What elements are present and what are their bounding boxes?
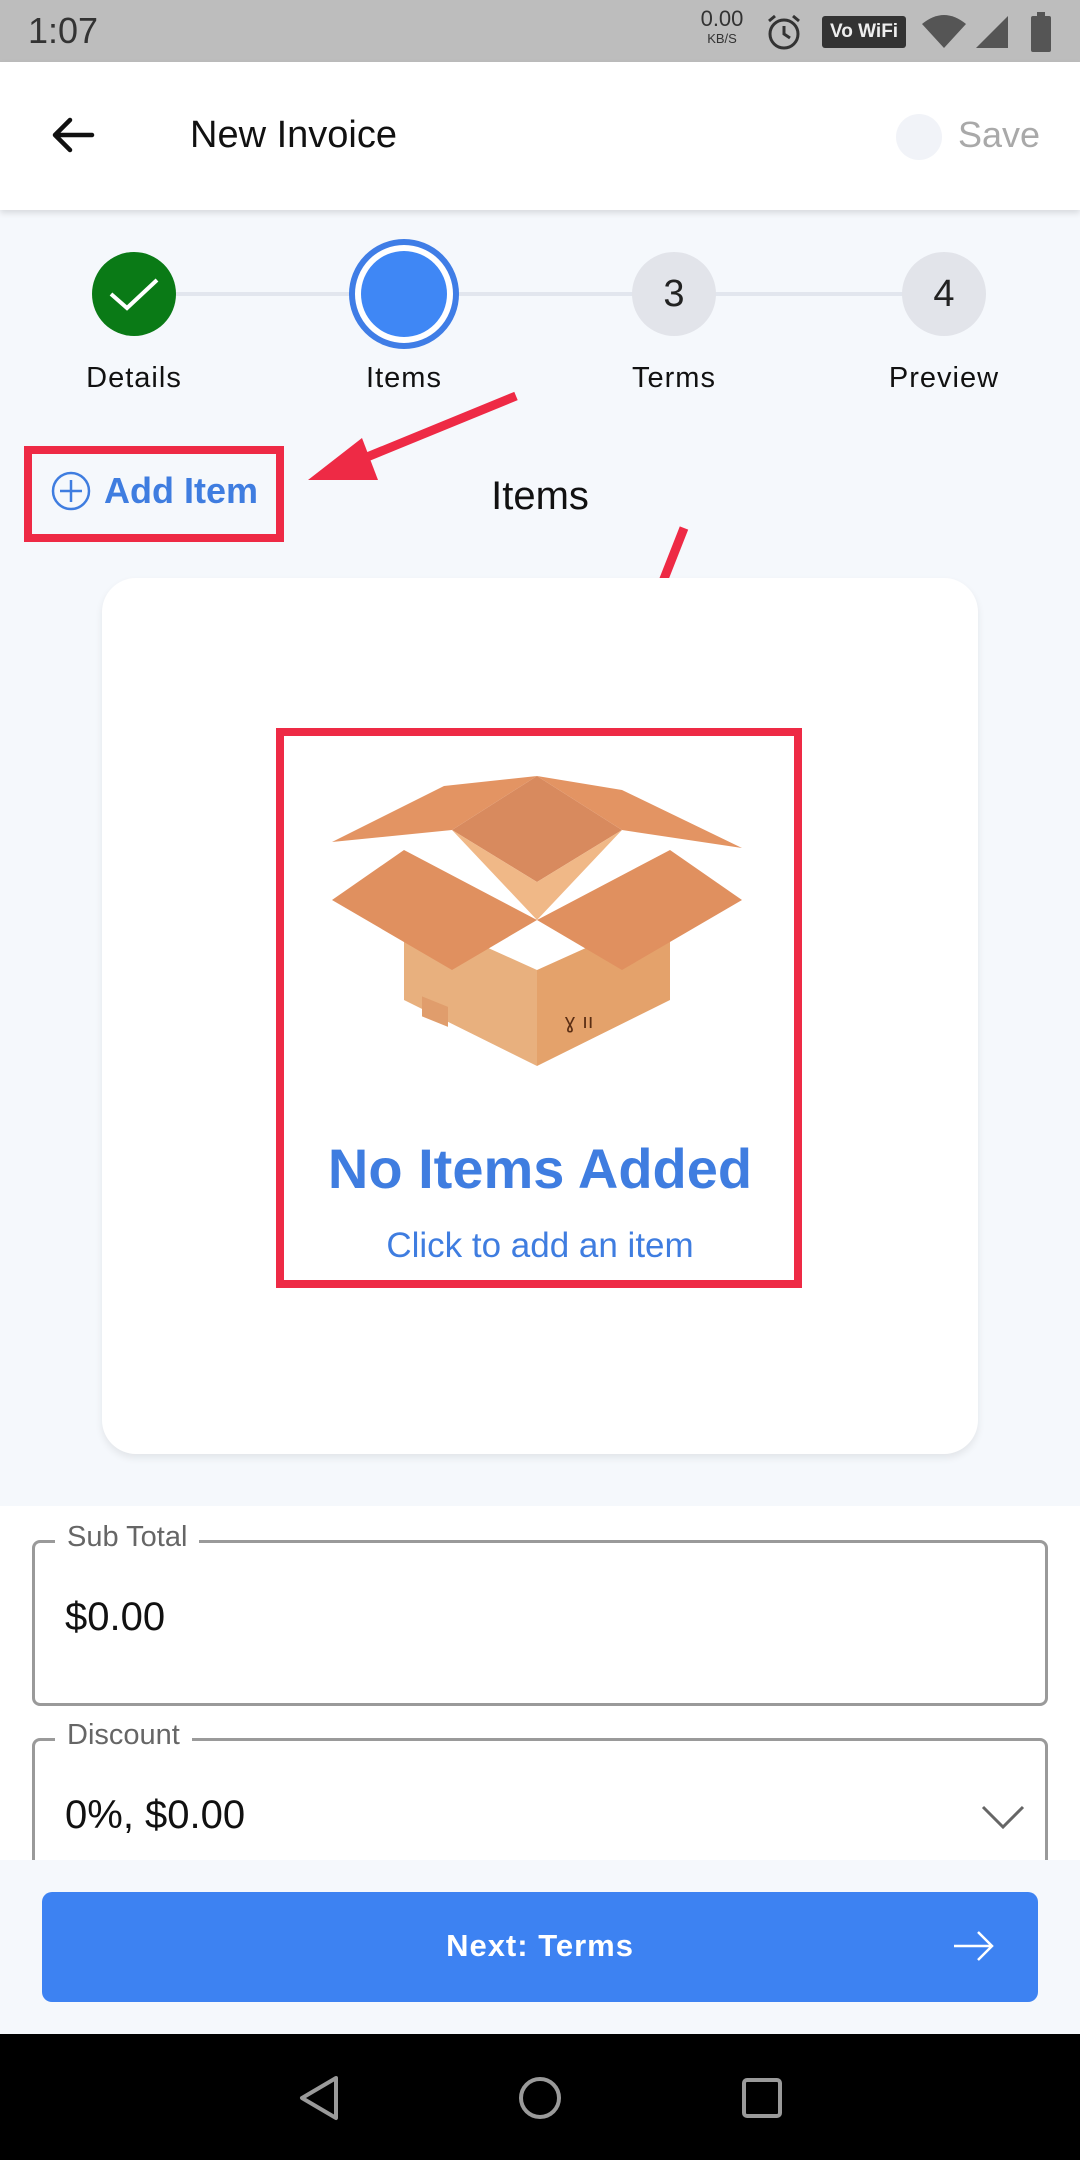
battery-icon	[1031, 12, 1051, 52]
nav-back-icon[interactable]	[292, 2070, 348, 2126]
nav-recents-icon[interactable]	[734, 2070, 790, 2126]
net-speed-value: 0.00	[700, 6, 744, 31]
app-bar: New Invoice Save	[0, 62, 1080, 210]
annotation-highlight	[276, 728, 802, 1288]
step-number: 3	[632, 252, 716, 336]
volte-wifi-badge: Vo WiFi	[822, 16, 907, 48]
discount-value: 0%, $0.00	[65, 1793, 246, 1837]
save-indicator	[896, 114, 942, 160]
net-speed: 0.00 KB/S	[694, 6, 750, 46]
subtotal-value: $0.00	[65, 1595, 166, 1639]
arrow-right-icon	[954, 1931, 994, 1961]
annotation-highlight	[24, 446, 284, 542]
step-details[interactable]: Details	[54, 252, 214, 395]
wifi-icon	[922, 15, 966, 48]
chevron-down-icon[interactable]	[981, 1803, 1025, 1831]
annotation-arrow-icon	[308, 391, 518, 480]
step-done-circle	[92, 252, 176, 336]
step-preview[interactable]: 4 Preview	[864, 252, 1024, 395]
status-bar: 1:07 0.00 KB/S Vo WiFi	[0, 0, 1080, 62]
subtotal-label: Sub Total	[55, 1521, 200, 1554]
subtotal-field[interactable]: Sub Total $0.00	[32, 1521, 1048, 1706]
discount-label: Discount	[55, 1719, 192, 1752]
back-arrow-icon[interactable]	[48, 110, 98, 160]
next-terms-button[interactable]: Next: Terms	[42, 1892, 1038, 2002]
page-title: New Invoice	[190, 114, 397, 156]
discount-field[interactable]: Discount 0%, $0.00	[32, 1719, 1048, 1860]
step-label: Preview	[888, 362, 1000, 394]
nav-home-icon[interactable]	[512, 2070, 568, 2126]
signal-icon	[976, 16, 1008, 48]
next-button-label: Next: Terms	[446, 1928, 634, 1963]
progress-stepper: Details Items 3 Terms 4 Preview	[0, 230, 1080, 420]
step-number: 4	[902, 252, 986, 336]
step-active-circle	[349, 239, 459, 349]
step-label: Details	[86, 362, 182, 394]
save-button[interactable]: Save	[958, 114, 1040, 156]
check-icon	[109, 278, 159, 311]
totals-form: Sub Total $0.00 Discount 0%, $0.00	[0, 1506, 1080, 1860]
alarm-icon	[768, 14, 800, 50]
step-terms[interactable]: 3 Terms	[594, 252, 754, 395]
step-label: Terms	[632, 362, 716, 394]
status-time: 1:07	[28, 10, 99, 51]
net-speed-unit: KB/S	[707, 31, 737, 46]
system-nav-bar	[0, 2034, 1080, 2160]
step-items[interactable]: Items	[324, 239, 484, 395]
